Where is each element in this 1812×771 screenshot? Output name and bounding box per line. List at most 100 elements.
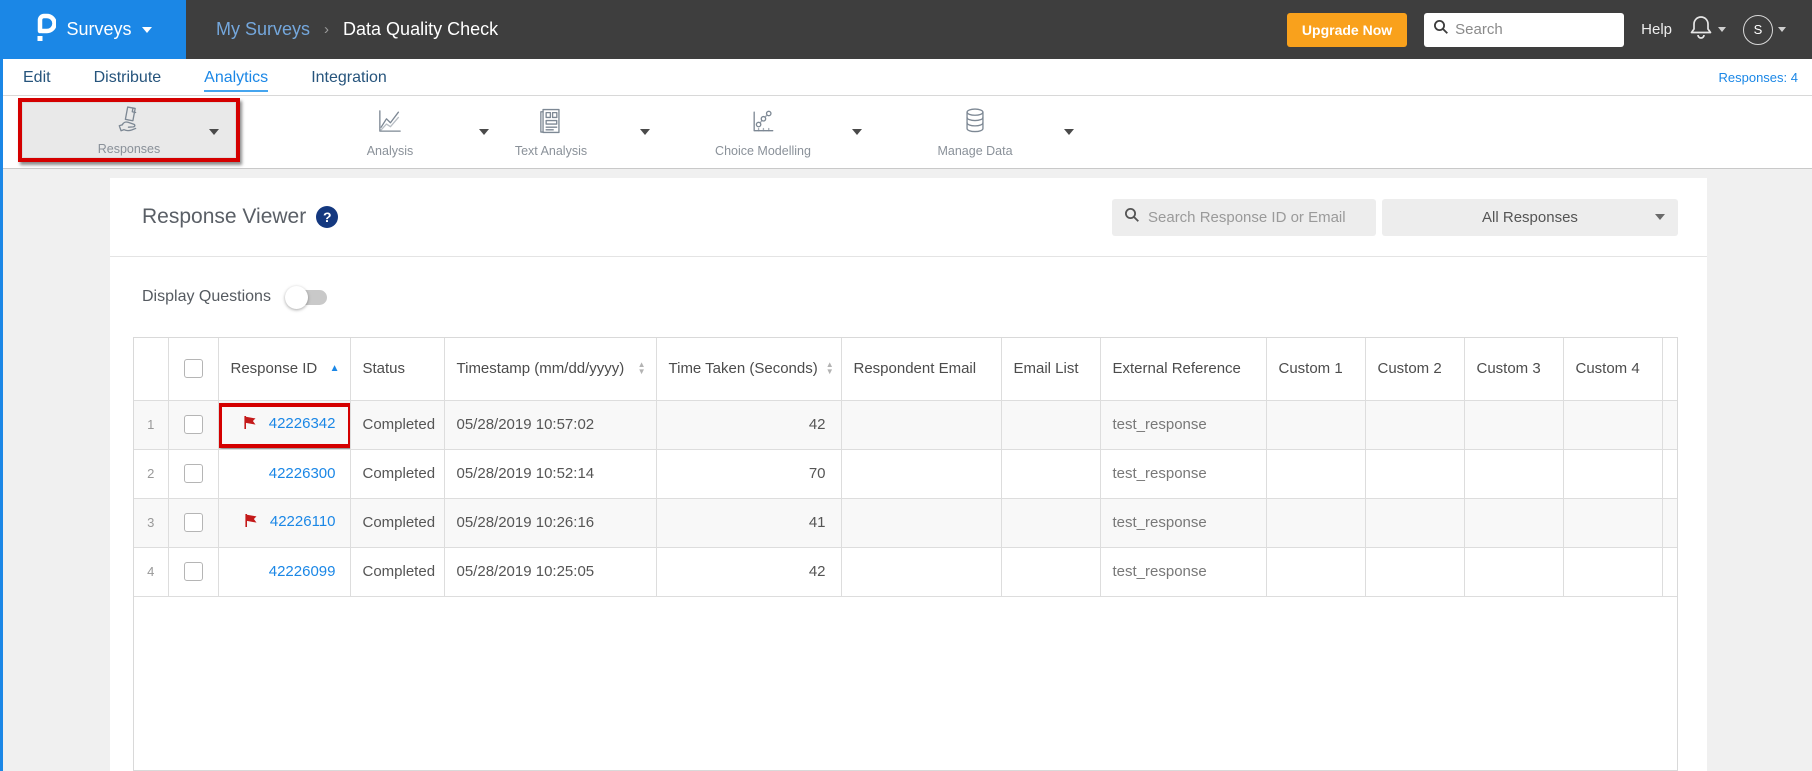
product-switcher[interactable]: Surveys — [0, 0, 186, 59]
tab-integration[interactable]: Integration — [311, 63, 387, 92]
sort-icon[interactable]: ▲ ▼ — [826, 361, 834, 375]
avatar: S — [1743, 14, 1773, 45]
manage-data-icon — [960, 106, 990, 141]
status-cell: Completed — [350, 498, 445, 548]
external-reference-cell: test_response — [1100, 547, 1267, 597]
breadcrumb: My Surveys › Data Quality Check — [216, 0, 498, 59]
column-label: Custom 1 — [1278, 360, 1343, 378]
global-search-input[interactable] — [1455, 21, 1616, 38]
timestamp-cell: 05/28/2019 10:26:16 — [444, 498, 657, 548]
sort-ascending-icon[interactable]: ▲ — [330, 363, 340, 374]
search-icon — [1124, 207, 1140, 228]
custom1-cell — [1266, 547, 1366, 597]
custom1-cell — [1266, 449, 1366, 499]
external-reference-cell: test_response — [1100, 400, 1267, 450]
select-all-checkbox[interactable] — [183, 359, 203, 379]
analytics-toolbar: Responses Analysis Text Analysis Choice … — [0, 96, 1812, 169]
sort-icon[interactable]: ▲ ▼ — [638, 361, 646, 375]
breadcrumb-my-surveys[interactable]: My Surveys — [216, 19, 310, 40]
custom4-cell — [1563, 547, 1663, 597]
breadcrumb-current-survey: Data Quality Check — [343, 19, 499, 39]
column-label: External Reference — [1112, 360, 1241, 378]
response-id-link[interactable]: 42226099 — [269, 563, 336, 580]
column-header-response_id[interactable]: Response ID ▲ — [218, 338, 351, 401]
tool-label: Choice Modelling — [715, 144, 811, 158]
tool-analysis[interactable]: Analysis — [315, 96, 489, 168]
custom3-cell — [1464, 449, 1564, 499]
column-header-custom1: Custom 1 — [1266, 338, 1366, 401]
table-header-row: Response ID ▲ Status Timestamp (mm/dd/yyyy)… — [134, 338, 1677, 401]
response-viewer-card: Response Viewer ? All Responses — [110, 178, 1707, 771]
respondent-email-cell — [841, 547, 1002, 597]
response-filter-value: All Responses — [1482, 208, 1578, 226]
product-name: Surveys — [66, 19, 132, 39]
row-checkbox-cell — [168, 547, 219, 597]
respondent-email-cell — [841, 400, 1002, 450]
chevron-down-icon — [141, 26, 152, 33]
row-checkbox[interactable] — [183, 562, 203, 581]
column-label: Respondent Email — [853, 360, 977, 378]
responses-icon — [114, 104, 144, 139]
email-list-cell — [1001, 400, 1101, 450]
tab-edit[interactable]: Edit — [23, 63, 51, 92]
row-number-cell: 1 — [134, 400, 169, 450]
row-checkbox[interactable] — [183, 513, 203, 532]
status-cell: Completed — [350, 547, 445, 597]
custom4-cell — [1563, 498, 1663, 548]
notifications-menu[interactable] — [1689, 14, 1726, 45]
tool-label: Analysis — [366, 144, 414, 158]
column-header-email_list: Email List — [1001, 338, 1101, 401]
flag-icon — [244, 513, 259, 532]
custom2-cell — [1365, 449, 1465, 499]
custom1-cell — [1266, 498, 1366, 548]
tool-text-analysis[interactable]: Text Analysis — [476, 96, 650, 168]
response-search[interactable] — [1112, 198, 1376, 236]
help-icon[interactable]: ? — [316, 206, 339, 228]
help-link[interactable]: Help — [1641, 21, 1672, 38]
response-id-link[interactable]: 42226300 — [269, 465, 336, 482]
upgrade-now-button[interactable]: Upgrade Now — [1286, 12, 1408, 47]
page-background: Response Viewer ? All Responses — [0, 170, 1812, 771]
column-label: Custom 3 — [1476, 360, 1541, 378]
display-questions-toggle[interactable] — [284, 285, 327, 309]
row-checkbox[interactable] — [183, 415, 203, 434]
choice-modelling-icon — [748, 106, 778, 141]
column-header-checkbox — [168, 338, 219, 401]
tool-label: Responses — [97, 142, 161, 156]
response-filter-dropdown[interactable]: All Responses — [1382, 198, 1678, 236]
chevron-down-icon — [1778, 27, 1786, 32]
tab-analytics[interactable]: Analytics — [204, 63, 269, 92]
column-label: Status — [362, 360, 406, 378]
column-header-time_taken[interactable]: Time Taken (Seconds) ▲ ▼ — [656, 338, 842, 401]
email-list-cell — [1001, 547, 1101, 597]
column-label: Email List — [1013, 360, 1079, 378]
time-taken-cell: 41 — [656, 498, 842, 548]
response-id-link[interactable]: 42226342 — [269, 415, 336, 432]
row-checkbox-cell — [168, 400, 219, 450]
status-cell: Completed — [350, 400, 445, 450]
tab-distribute[interactable]: Distribute — [94, 63, 162, 92]
breadcrumb-separator: › — [324, 21, 330, 38]
row-checkbox[interactable] — [183, 464, 203, 483]
custom4-cell — [1563, 449, 1663, 499]
tool-label: Text Analysis — [514, 144, 588, 158]
custom2-cell — [1365, 547, 1465, 597]
table-row: 4 42226099 Completed 05/28/2019 10:25:05… — [134, 547, 1677, 597]
spacer-cell — [1662, 400, 1677, 450]
account-menu[interactable]: S — [1743, 14, 1786, 45]
custom4-cell — [1563, 400, 1663, 450]
column-label: Time Taken (Seconds) — [668, 360, 818, 378]
global-search[interactable] — [1424, 12, 1625, 47]
tool-responses[interactable]: Responses — [22, 102, 236, 158]
responses-count: Responses: 4 — [1718, 69, 1799, 85]
row-checkbox-cell — [168, 449, 219, 499]
column-label: Timestamp (mm/dd/yyyy) — [456, 360, 625, 378]
search-icon — [1433, 19, 1449, 40]
column-header-timestamp[interactable]: Timestamp (mm/dd/yyyy) ▲ ▼ — [444, 338, 657, 401]
tool-choice-modelling[interactable]: Choice Modelling — [688, 96, 862, 168]
response-id-link[interactable]: 42226110 — [270, 513, 336, 530]
response-search-input[interactable] — [1148, 208, 1364, 226]
tool-manage-data[interactable]: Manage Data — [900, 96, 1074, 168]
respondent-email-cell — [841, 449, 1002, 499]
time-taken-cell: 70 — [656, 449, 842, 499]
